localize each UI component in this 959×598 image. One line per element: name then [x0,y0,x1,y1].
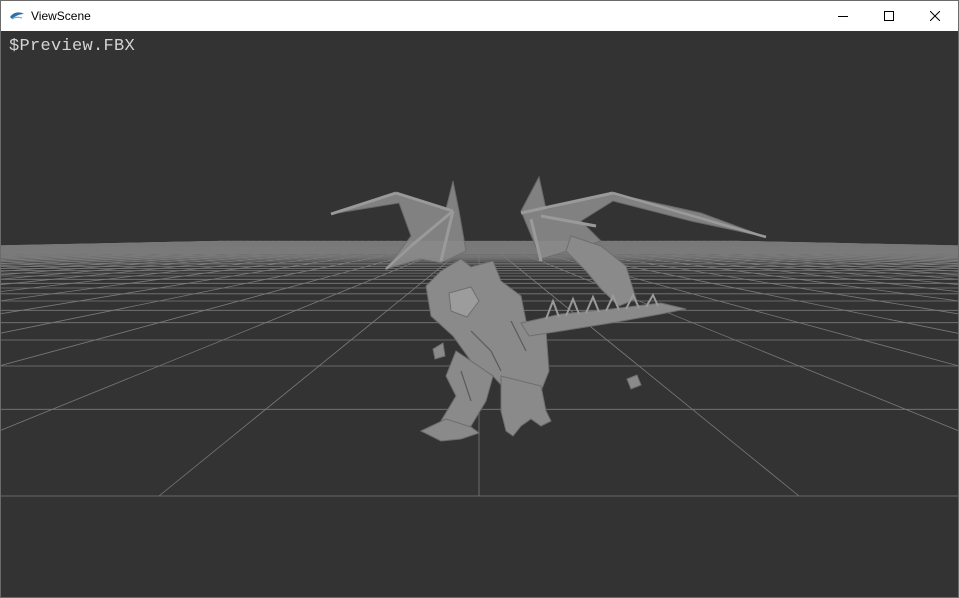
maximize-button[interactable] [866,1,912,31]
maximize-icon [884,11,894,21]
window-title: ViewScene [31,9,91,23]
close-icon [930,11,940,21]
window-controls [820,1,958,31]
minimize-button[interactable] [820,1,866,31]
3d-viewport[interactable]: $Preview.FBX [1,31,958,597]
dragon-model [330,175,767,442]
minimize-icon [838,16,848,17]
viewscene-app-icon [10,12,24,20]
viewscene-window: ViewScene $Preview.FBX [0,0,959,598]
close-button[interactable] [912,1,958,31]
title-bar[interactable]: ViewScene [1,1,958,31]
preview-filename-overlay: $Preview.FBX [9,37,136,56]
